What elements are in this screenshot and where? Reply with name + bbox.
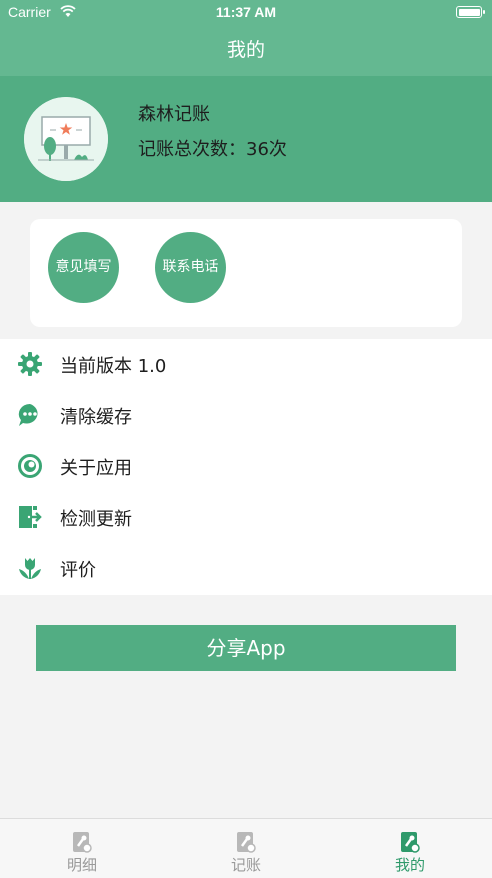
tulip-icon: [17, 555, 43, 581]
menu-label-check-update: 检测更新: [60, 509, 132, 530]
avatar: [24, 97, 108, 181]
ring-icon: [17, 453, 43, 479]
menu-item-version[interactable]: 当前版本 1.0: [0, 339, 492, 389]
settings-menu: 当前版本 1.0 清除缓存 关于应用 检测更新 评价: [0, 339, 492, 595]
chat-bubble-icon: [17, 402, 43, 428]
battery-icon: [456, 6, 485, 18]
clock: 11:37 AM: [215, 4, 277, 20]
menu-label-about: 关于应用: [60, 458, 132, 479]
menu-item-clear-cache[interactable]: 清除缓存: [0, 390, 492, 440]
gear-icon: [17, 351, 43, 377]
menu-item-rate[interactable]: 评价: [0, 543, 492, 593]
status-bar: Carrier 11:37 AM: [0, 0, 492, 24]
menu-item-about[interactable]: 关于应用: [0, 441, 492, 491]
menu-label-clear-cache: 清除缓存: [60, 407, 132, 428]
tab-bookkeeping[interactable]: 记账: [164, 819, 328, 878]
tab-label-details: 明细: [66, 856, 97, 874]
exit-door-icon: [17, 504, 43, 530]
wrench-doc-icon: [401, 832, 420, 853]
tab-bar: 明细 记账 我的: [0, 818, 492, 878]
action-card: 意见填写 联系电话: [30, 219, 462, 327]
page-title: 我的: [0, 24, 492, 76]
menu-label-version: 当前版本 1.0: [60, 356, 167, 377]
profile-name: 森林记账: [138, 104, 210, 125]
tab-details[interactable]: 明细: [0, 819, 164, 878]
profile-header: 森林记账 记账总次数：36次: [0, 76, 492, 202]
tab-label-mine: 我的: [394, 856, 425, 874]
feedback-button[interactable]: 意见填写: [48, 232, 119, 303]
wrench-doc-icon: [73, 832, 92, 853]
record-count: 记账总次数：36次: [138, 139, 287, 160]
tab-mine[interactable]: 我的: [328, 819, 492, 878]
share-app-button[interactable]: 分享App: [36, 625, 456, 671]
menu-label-rate: 评价: [60, 560, 96, 581]
tab-label-bookkeeping: 记账: [230, 856, 261, 874]
billboard-illustration-icon: [24, 97, 108, 181]
contact-phone-button[interactable]: 联系电话: [155, 232, 226, 303]
wrench-doc-icon: [237, 832, 256, 853]
menu-item-check-update[interactable]: 检测更新: [0, 492, 492, 542]
